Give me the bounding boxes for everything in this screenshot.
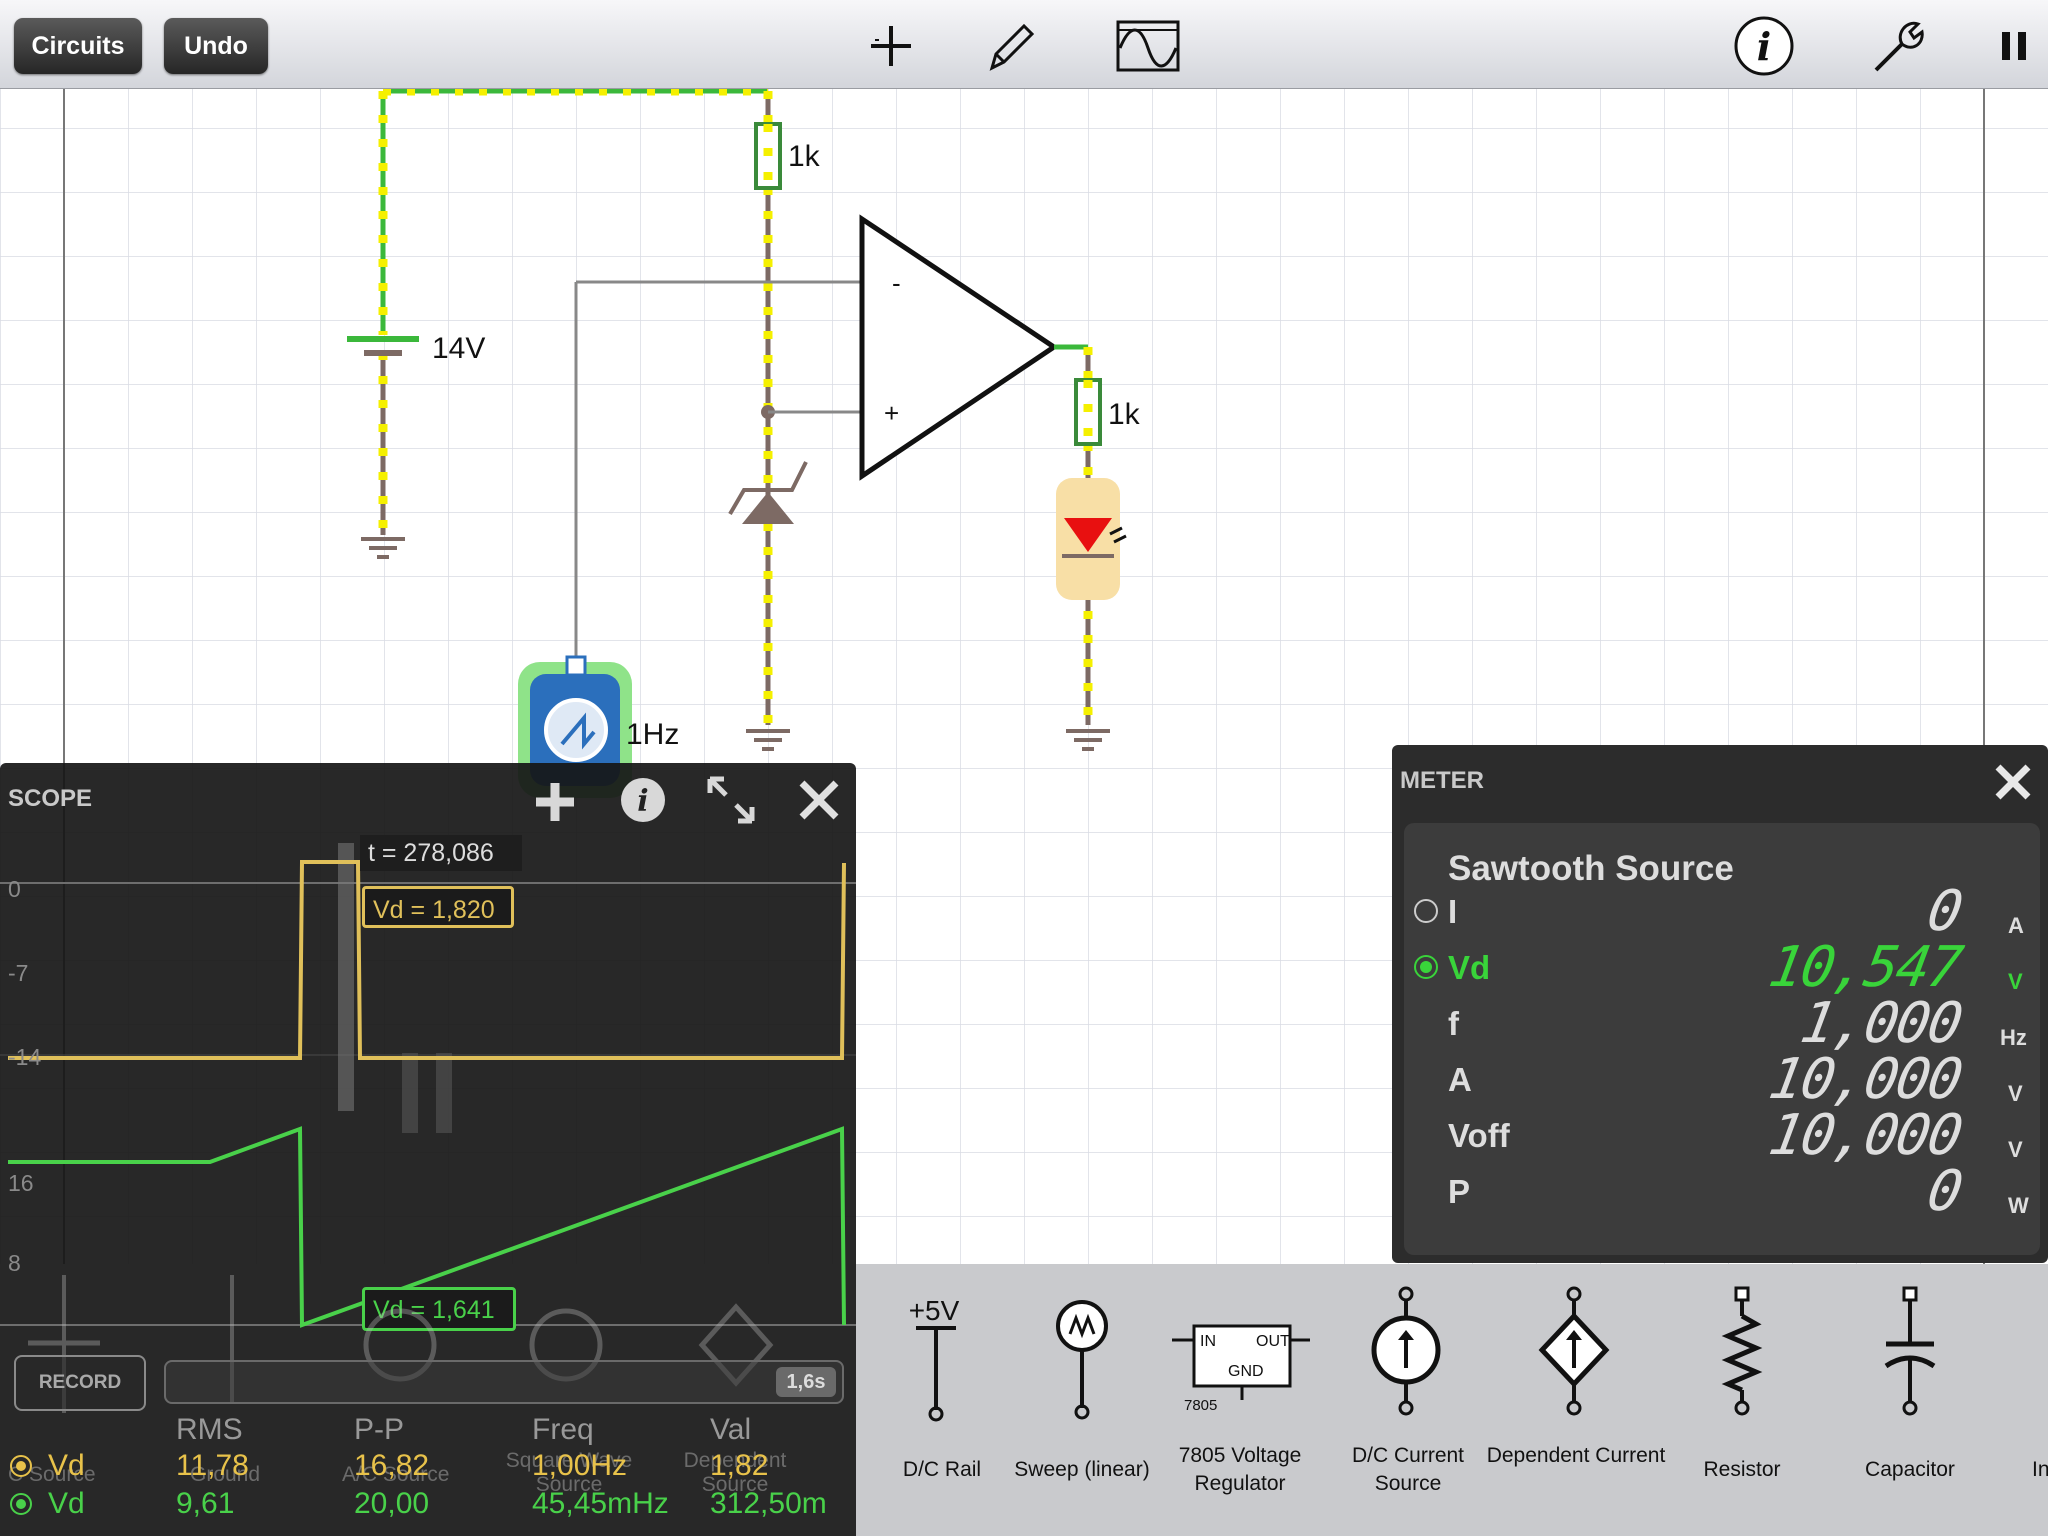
meter-label-p: P — [1448, 1173, 1471, 1210]
voltage-regulator-symbol[interactable]: IN OUT GND 7805 — [1164, 1304, 1314, 1414]
resistor-top[interactable] — [754, 122, 782, 190]
stats-row-val: 312,50m — [710, 1487, 827, 1520]
tray-item-dependent-current[interactable]: Dependent Current — [1486, 1442, 1666, 1470]
radio-icon[interactable] — [10, 1493, 32, 1515]
meter-unit-f: Hz — [2000, 1025, 2027, 1050]
source-frequency-label: 1Hz — [626, 718, 679, 751]
record-button[interactable]: RECORD — [14, 1355, 146, 1411]
radio-icon[interactable] — [1414, 955, 1438, 979]
component-tray: +5V D/C Rail Sweep (linear) IN OUT GND 7… — [856, 1264, 2048, 1536]
tray-item-partial[interactable]: In — [2032, 1456, 2048, 1484]
stats-row-name: Vd — [48, 1487, 85, 1520]
circuits-button[interactable]: Circuits — [14, 18, 142, 74]
meter-readings: Sawtooth Source I 0 A Vd 10,547 V f 1,00… — [1404, 823, 2040, 1255]
meter-label-vd: Vd — [1448, 949, 1491, 986]
scope-axis-neg14: -14 — [8, 1044, 41, 1070]
meter-unit-vd: V — [2008, 969, 2023, 994]
meter-label-f: f — [1448, 1005, 1459, 1042]
resistor-output[interactable] — [1074, 378, 1102, 446]
meter-panel: METER Sawtooth Source I 0 A Vd 10,547 V … — [1392, 745, 2048, 1263]
meter-label-a: A — [1448, 1061, 1472, 1098]
timebase-slider[interactable]: 1,6s — [164, 1360, 844, 1404]
meter-value-p: 0 — [1922, 1159, 1966, 1224]
sweep-symbol[interactable] — [1032, 1284, 1152, 1424]
dependent-current-symbol[interactable] — [1524, 1284, 1644, 1424]
meter-close-icon[interactable] — [1992, 761, 2034, 803]
led[interactable] — [1056, 478, 1127, 600]
scope-axis-0: 0 — [8, 876, 21, 902]
radio-icon[interactable] — [10, 1455, 32, 1477]
opamp-plus-label: + — [884, 398, 899, 428]
scope-wave-icon[interactable] — [1116, 14, 1180, 78]
capacitor-symbol[interactable] — [1860, 1284, 1980, 1424]
tray-item-capacitor[interactable]: Capacitor — [1820, 1456, 2000, 1484]
add-icon[interactable] — [859, 14, 923, 78]
stats-row-name: Vd — [48, 1449, 85, 1482]
meter-title: METER — [1400, 767, 1484, 794]
ic-gnd-label: GND — [1228, 1363, 1264, 1380]
resistor-output-label: 1k — [1108, 398, 1141, 431]
opamp-minus-label: - — [892, 268, 901, 298]
scope-cursor[interactable] — [338, 843, 354, 1111]
radio-icon[interactable] — [1414, 899, 1438, 923]
info-icon[interactable]: i — [1732, 14, 1796, 78]
scope-time-readout: t = 278,086 — [360, 835, 522, 871]
stats-row-val: 1,82 — [710, 1449, 769, 1482]
ic-number-label: 7805 — [1184, 1397, 1217, 1414]
resistor-top-label: 1k — [788, 140, 821, 173]
tray-item-sweep[interactable]: Sweep (linear) — [992, 1456, 1172, 1484]
scope-panel: SCOPE i 0 -7 -14 16 8 t = 278,086 Vd = 1… — [0, 763, 856, 1536]
ic-in-label: IN — [1200, 1333, 1216, 1350]
rail-voltage-label: +5V — [909, 1295, 960, 1326]
scope-axis-neg7: -7 — [8, 960, 28, 986]
stats-row-rms: 11,78 — [176, 1449, 249, 1482]
top-toolbar: Circuits Undo i — [0, 0, 2048, 89]
col-header-rms: RMS — [176, 1413, 243, 1446]
svg-text:i: i — [1757, 24, 1771, 69]
stats-row-pp: 16,82 — [354, 1449, 430, 1482]
dc-current-source-symbol[interactable] — [1356, 1284, 1476, 1424]
stats-row-pp: 20,00 — [354, 1487, 430, 1520]
col-header-val: Val — [710, 1413, 752, 1446]
meter-unit-voff: V — [2008, 1137, 2023, 1162]
ic-out-label: OUT — [1256, 1333, 1290, 1350]
tray-item-dc-current[interactable]: D/C Current Source — [1318, 1442, 1498, 1498]
col-header-freq: Freq — [532, 1413, 594, 1446]
tray-item-regulator[interactable]: 7805 Voltage Regulator — [1150, 1442, 1330, 1498]
scope-axis-16: 16 — [8, 1170, 34, 1196]
undo-button[interactable]: Undo — [164, 18, 268, 74]
stats-row-freq: 1,00Hz — [532, 1449, 628, 1482]
col-header-pp: P-P — [354, 1413, 405, 1446]
scope-readout-yellow: Vd = 1,820 — [362, 886, 514, 928]
meter-unit-i: A — [2008, 913, 2024, 938]
meter-label-voff: Voff — [1448, 1117, 1510, 1154]
dc-rail-symbol[interactable]: +5V — [886, 1294, 1006, 1424]
pencil-icon[interactable] — [978, 14, 1042, 78]
meter-unit-p: W — [2008, 1193, 2029, 1218]
pause-icon[interactable] — [1994, 14, 2034, 78]
meter-label-i: I — [1448, 893, 1458, 930]
stats-row-rms: 9,61 — [176, 1487, 235, 1520]
tray-item-resistor[interactable]: Resistor — [1652, 1456, 1832, 1484]
stats-row-freq: 45,45mHz — [532, 1487, 669, 1520]
resistor-symbol[interactable] — [1692, 1284, 1812, 1424]
timebase-value: 1,6s — [776, 1367, 836, 1397]
wrench-icon[interactable] — [1866, 14, 1930, 78]
meter-unit-a: V — [2008, 1081, 2023, 1106]
battery-label: 14V — [432, 332, 485, 365]
